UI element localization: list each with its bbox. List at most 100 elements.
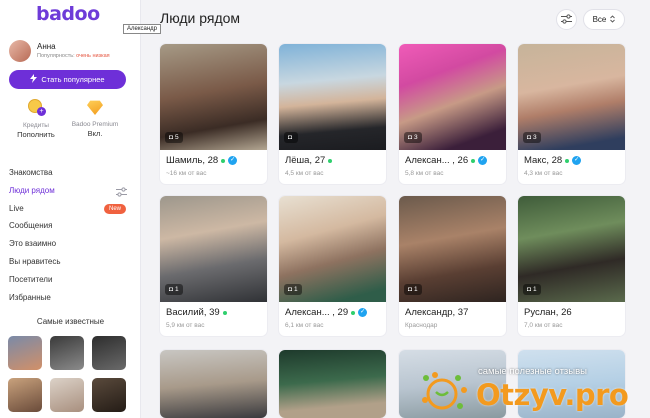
famous-avatar[interactable] xyxy=(8,336,42,370)
person-name: Василий, 39 xyxy=(166,307,220,318)
filter-settings-button[interactable] xyxy=(556,9,577,30)
sidebar-nav: Знакомства Люди рядом Live New Сообщения… xyxy=(0,164,141,306)
person-distance: 6,1 км от вас xyxy=(285,322,324,329)
sidebar-item-label: Посетители xyxy=(9,274,53,284)
person-distance: 5,8 км от вас xyxy=(405,170,444,177)
person-name-row: Лёша, 27 xyxy=(285,155,333,166)
sidebar-item-label: Live xyxy=(9,203,24,213)
person-distance: 4,3 км от вас xyxy=(524,170,563,177)
photo-count: ◘ 1 xyxy=(284,284,302,295)
camera-icon: ◘ xyxy=(288,286,292,293)
sidebar-item-label: Вы нравитесь xyxy=(9,256,61,266)
person-card[interactable]: ◘ 1 Алексан... , 29 ✓ 6,1 км от вас xyxy=(279,196,386,336)
premium-label: Badoo Premium xyxy=(71,121,119,128)
sidebar-item-visitors[interactable]: Посетители xyxy=(0,271,141,289)
verified-icon: ✓ xyxy=(228,156,238,165)
user-name[interactable]: Анна xyxy=(37,42,56,51)
person-name-row: Руслан, 26 xyxy=(524,307,572,318)
photo-count-value: 3 xyxy=(413,134,418,141)
person-photo[interactable] xyxy=(160,350,267,418)
photo-count-value: 5 xyxy=(174,134,179,141)
person-distance: 4,5 км от вас xyxy=(285,170,324,177)
online-indicator xyxy=(471,158,476,163)
sidebar-item-mutual[interactable]: Это взаимно xyxy=(0,235,141,253)
sidebar-item-people-nearby[interactable]: Люди рядом xyxy=(0,182,141,200)
page-title: Люди рядом xyxy=(160,10,241,26)
otzyv-logo-icon xyxy=(420,370,472,416)
credits-topup-link[interactable]: Пополнить xyxy=(8,130,64,140)
photo-count: ◘ 5 xyxy=(165,132,183,143)
person-card[interactable] xyxy=(160,350,267,418)
person-card[interactable]: ◘ Лёша, 27 4,5 км от вас xyxy=(279,44,386,184)
photo-count-value: 1 xyxy=(532,286,537,293)
person-card[interactable]: ◘ 1 Руслан, 26 7,0 км от вас xyxy=(518,196,625,336)
verified-icon: ✓ xyxy=(358,308,368,317)
badoo-logo[interactable]: badoo xyxy=(36,3,100,25)
online-indicator xyxy=(222,310,227,315)
photo-count: ◘ 3 xyxy=(404,132,422,143)
online-indicator xyxy=(565,158,570,163)
sidebar-item-label: Люди рядом xyxy=(9,185,55,195)
camera-icon: ◘ xyxy=(288,134,292,141)
sidebar-item-encounters[interactable]: Знакомства xyxy=(0,164,141,182)
user-avatar[interactable] xyxy=(9,40,31,62)
person-card[interactable]: ◘ 3 Макс, 28 ✓ 4,3 км от вас xyxy=(518,44,625,184)
sidebar: badoo Александр Анна Популярность: очень… xyxy=(0,0,162,418)
sidebar-item-favorites[interactable]: Избранные xyxy=(0,289,141,307)
person-card[interactable]: ◘ 5 Шамиль, 28 ✓ ~16 км от вас xyxy=(160,44,267,184)
gender-filter-value: Все xyxy=(592,15,607,24)
become-popular-label: Стать популярнее xyxy=(41,75,105,84)
popularity-value: очень низкая xyxy=(76,53,110,59)
person-name: Алексан... , 29 xyxy=(285,307,349,318)
sidebar-item-live[interactable]: Live New xyxy=(0,200,141,218)
famous-avatar[interactable] xyxy=(92,378,126,412)
camera-icon: ◘ xyxy=(527,134,531,141)
coin-icon: + xyxy=(26,98,46,116)
person-photo[interactable] xyxy=(279,350,386,418)
person-distance: 5,9 км от вас xyxy=(166,322,205,329)
person-card[interactable]: ◘ 3 Алексан... , 26 ✓ 5,8 км от вас xyxy=(399,44,506,184)
become-popular-button[interactable]: Стать популярнее xyxy=(9,70,126,89)
person-name-row: Василий, 39 xyxy=(166,307,227,318)
person-distance: Краснодар xyxy=(405,322,438,329)
sliders-icon xyxy=(561,13,572,26)
sidebar-item-messages[interactable]: Сообщения xyxy=(0,217,141,235)
person-card[interactable]: ◘ 1 Александр, 37 Краснодар xyxy=(399,196,506,336)
famous-avatar[interactable] xyxy=(50,378,84,412)
updown-chevron-icon xyxy=(610,14,616,25)
watermark-tagline: самые полезные отзывы xyxy=(478,366,587,377)
sidebar-item-liked-you[interactable]: Вы нравитесь xyxy=(0,253,141,271)
popularity-label: Популярность: xyxy=(37,53,75,59)
camera-icon: ◘ xyxy=(169,286,173,293)
photo-count-value: 1 xyxy=(413,286,418,293)
name-tooltip: Александр xyxy=(123,24,162,34)
gender-filter-select[interactable]: Все xyxy=(583,9,625,30)
person-name: Шамиль, 28 xyxy=(166,155,219,166)
verified-icon: ✓ xyxy=(478,156,488,165)
camera-icon: ◘ xyxy=(169,134,173,141)
person-name-row: Алексан... , 26 ✓ xyxy=(405,155,488,166)
person-name: Руслан, 26 xyxy=(524,307,572,318)
famous-avatar[interactable] xyxy=(92,336,126,370)
popularity-status: Популярность: очень низкая xyxy=(37,53,110,59)
sidebar-item-label: Это взаимно xyxy=(9,239,57,249)
camera-icon: ◘ xyxy=(408,286,412,293)
famous-avatar[interactable] xyxy=(50,336,84,370)
online-indicator xyxy=(328,158,333,163)
sidebar-item-label: Избранные xyxy=(9,292,51,302)
person-name: Алексан... , 26 xyxy=(405,155,469,166)
person-card[interactable]: ◘ 1 Василий, 39 5,9 км от вас xyxy=(160,196,267,336)
sidebar-item-label: Знакомства xyxy=(9,168,53,177)
person-name-row: Алексан... , 29 ✓ xyxy=(285,307,368,318)
famous-avatar[interactable] xyxy=(8,378,42,412)
premium-toggle-link[interactable]: Вкл. xyxy=(67,129,123,139)
photo-count: ◘ xyxy=(284,132,298,143)
photo-count-value: 3 xyxy=(532,134,537,141)
person-name: Лёша, 27 xyxy=(285,155,326,166)
person-card[interactable] xyxy=(279,350,386,418)
online-indicator xyxy=(221,158,226,163)
premium-widget[interactable]: Badoo Premium Вкл. xyxy=(67,98,123,139)
famous-title: Самые известные xyxy=(36,317,105,326)
camera-icon: ◘ xyxy=(527,286,531,293)
credits-widget[interactable]: + Кредиты Пополнить xyxy=(8,98,64,140)
